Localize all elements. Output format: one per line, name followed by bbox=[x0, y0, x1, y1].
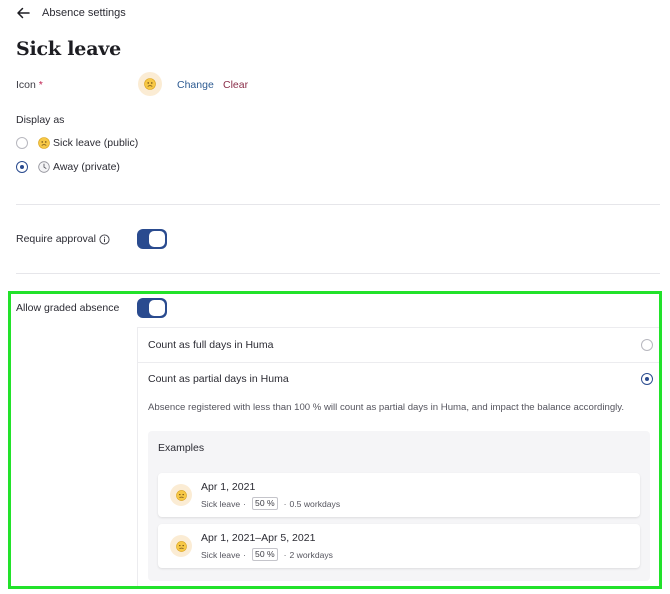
icon-field: Icon * Change Clear bbox=[16, 72, 316, 98]
clock-emoji-icon bbox=[38, 161, 50, 173]
graded-absence-toggle[interactable] bbox=[137, 298, 167, 318]
example-duration: 0.5 workdays bbox=[289, 498, 341, 509]
section-divider bbox=[16, 273, 660, 274]
radio-full-days[interactable] bbox=[641, 339, 653, 351]
percent-badge: 50 % bbox=[252, 548, 278, 561]
example-type: Sick leave bbox=[201, 549, 241, 560]
meta-separator: · bbox=[283, 498, 287, 509]
graded-options-panel: Count as full days in Huma Count as part… bbox=[137, 327, 659, 586]
display-option-private[interactable]: Away (private) bbox=[16, 159, 120, 175]
option-divider bbox=[138, 362, 659, 363]
example-card: Apr 1, 2021 Sick leave · 50 % · 0.5 work… bbox=[158, 473, 640, 517]
partial-days-description: Absence registered with less than 100 % … bbox=[148, 402, 625, 413]
required-mark: * bbox=[38, 79, 43, 91]
clear-icon-link[interactable]: Clear bbox=[223, 79, 248, 91]
display-option-label: Away (private) bbox=[53, 161, 120, 173]
info-icon[interactable] bbox=[99, 233, 110, 245]
option-label: Count as full days in Huma bbox=[148, 339, 274, 351]
example-meta: Sick leave · 50 % · 2 workdays bbox=[201, 548, 333, 561]
meta-separator: · bbox=[243, 549, 247, 560]
graded-absence-label: Allow graded absence bbox=[16, 302, 120, 314]
change-icon-link[interactable]: Change bbox=[177, 79, 214, 91]
example-type: Sick leave bbox=[201, 498, 241, 509]
option-partial-days[interactable]: Count as partial days in Huma bbox=[148, 369, 653, 389]
icon-label: Icon * bbox=[16, 79, 43, 91]
example-card: Apr 1, 2021–Apr 5, 2021 Sick leave · 50 … bbox=[158, 524, 640, 568]
top-bar: Absence settings bbox=[16, 5, 126, 21]
sick-face-emoji-icon bbox=[170, 535, 192, 557]
require-approval-toggle[interactable] bbox=[137, 229, 167, 249]
example-date: Apr 1, 2021–Apr 5, 2021 bbox=[201, 532, 316, 544]
breadcrumb-title: Absence settings bbox=[42, 7, 126, 19]
example-duration: 2 workdays bbox=[289, 549, 333, 560]
percent-badge: 50 % bbox=[252, 497, 278, 510]
arrow-left-icon[interactable] bbox=[16, 6, 30, 20]
require-approval-text: Require approval bbox=[16, 233, 96, 245]
sick-face-emoji-icon bbox=[138, 72, 162, 96]
meta-separator: · bbox=[243, 498, 247, 509]
radio-private[interactable] bbox=[16, 161, 28, 173]
sick-face-emoji-icon bbox=[38, 137, 50, 149]
require-approval-label: Require approval bbox=[16, 233, 110, 245]
display-option-public[interactable]: Sick leave (public) bbox=[16, 135, 138, 151]
examples-box: Examples Apr 1, 2021 Sick leave · 50 % ·… bbox=[148, 431, 650, 581]
radio-public[interactable] bbox=[16, 137, 28, 149]
meta-separator: · bbox=[283, 549, 287, 560]
option-label: Count as partial days in Huma bbox=[148, 373, 289, 385]
sick-face-emoji-icon bbox=[170, 484, 192, 506]
example-meta: Sick leave · 50 % · 0.5 workdays bbox=[201, 497, 340, 510]
display-as-label: Display as bbox=[16, 114, 65, 126]
radio-partial-days[interactable] bbox=[641, 373, 653, 385]
examples-title: Examples bbox=[158, 442, 205, 454]
display-option-label: Sick leave (public) bbox=[53, 137, 139, 149]
option-full-days[interactable]: Count as full days in Huma bbox=[148, 335, 653, 355]
section-divider bbox=[16, 204, 660, 205]
example-date: Apr 1, 2021 bbox=[201, 481, 256, 493]
page-title: Sick leave bbox=[16, 38, 122, 60]
